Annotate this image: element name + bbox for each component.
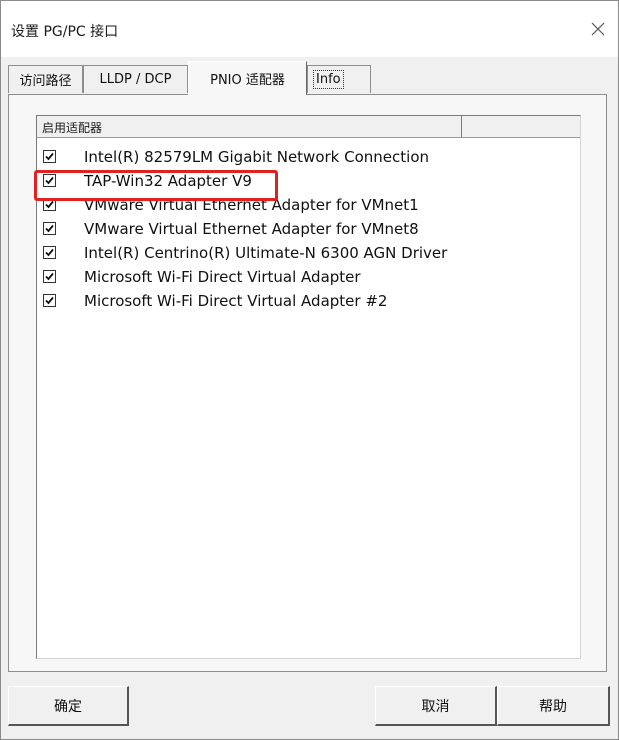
column-header-empty[interactable]: [463, 116, 580, 137]
checkmark-icon: [45, 200, 54, 209]
window-title: 设置 PG/PC 接口: [11, 24, 119, 40]
adapter-label: Intel(R) Centrino(R) Ultimate-N 6300 AGN…: [84, 244, 448, 262]
checkmark-icon: [45, 152, 54, 161]
help-button[interactable]: 帮助: [497, 686, 610, 726]
tab-label: 访问路径: [19, 74, 72, 89]
list-item[interactable]: Intel(R) Centrino(R) Ultimate-N 6300 AGN…: [37, 241, 580, 265]
ok-button[interactable]: 确定: [8, 686, 129, 726]
cancel-button[interactable]: 取消: [375, 686, 497, 726]
tab-pnio-adapter[interactable]: PNIO 适配器: [188, 61, 307, 95]
enable-checkbox[interactable]: [43, 222, 56, 235]
tab-info[interactable]: Info: [307, 65, 371, 93]
tab-label: LLDP / DCP: [99, 72, 172, 87]
adapter-label: Microsoft Wi-Fi Direct Virtual Adapter: [84, 268, 361, 286]
adapter-label: VMware Virtual Ethernet Adapter for VMne…: [84, 220, 419, 238]
tab-lldp-dcp[interactable]: LLDP / DCP: [83, 65, 188, 93]
list-header: 启用适配器: [37, 116, 580, 138]
enable-checkbox[interactable]: [43, 270, 56, 283]
checkmark-icon: [45, 224, 54, 233]
enable-checkbox[interactable]: [43, 246, 56, 259]
list-item[interactable]: VMware Virtual Ethernet Adapter for VMne…: [37, 217, 580, 241]
list-item[interactable]: Microsoft Wi-Fi Direct Virtual Adapter: [37, 265, 580, 289]
checkmark-icon: [45, 296, 54, 305]
column-header-enable-adapter[interactable]: 启用适配器: [37, 116, 462, 137]
tab-label: PNIO 适配器: [210, 73, 285, 88]
checkmark-icon: [45, 248, 54, 257]
highlight-annotation: [34, 170, 278, 201]
tab-label: Info: [313, 70, 344, 89]
title-bar: 设置 PG/PC 接口: [1, 1, 618, 57]
tab-access-path[interactable]: 访问路径: [8, 65, 83, 93]
adapter-label: Microsoft Wi-Fi Direct Virtual Adapter #…: [84, 292, 388, 310]
adapter-label: Intel(R) 82579LM Gigabit Network Connect…: [84, 148, 429, 166]
list-item[interactable]: Intel(R) 82579LM Gigabit Network Connect…: [37, 145, 580, 169]
checkmark-icon: [45, 272, 54, 281]
enable-checkbox[interactable]: [43, 294, 56, 307]
close-button[interactable]: [586, 17, 610, 41]
close-icon: [591, 22, 605, 36]
list-item[interactable]: Microsoft Wi-Fi Direct Virtual Adapter #…: [37, 289, 580, 313]
enable-checkbox[interactable]: [43, 150, 56, 163]
